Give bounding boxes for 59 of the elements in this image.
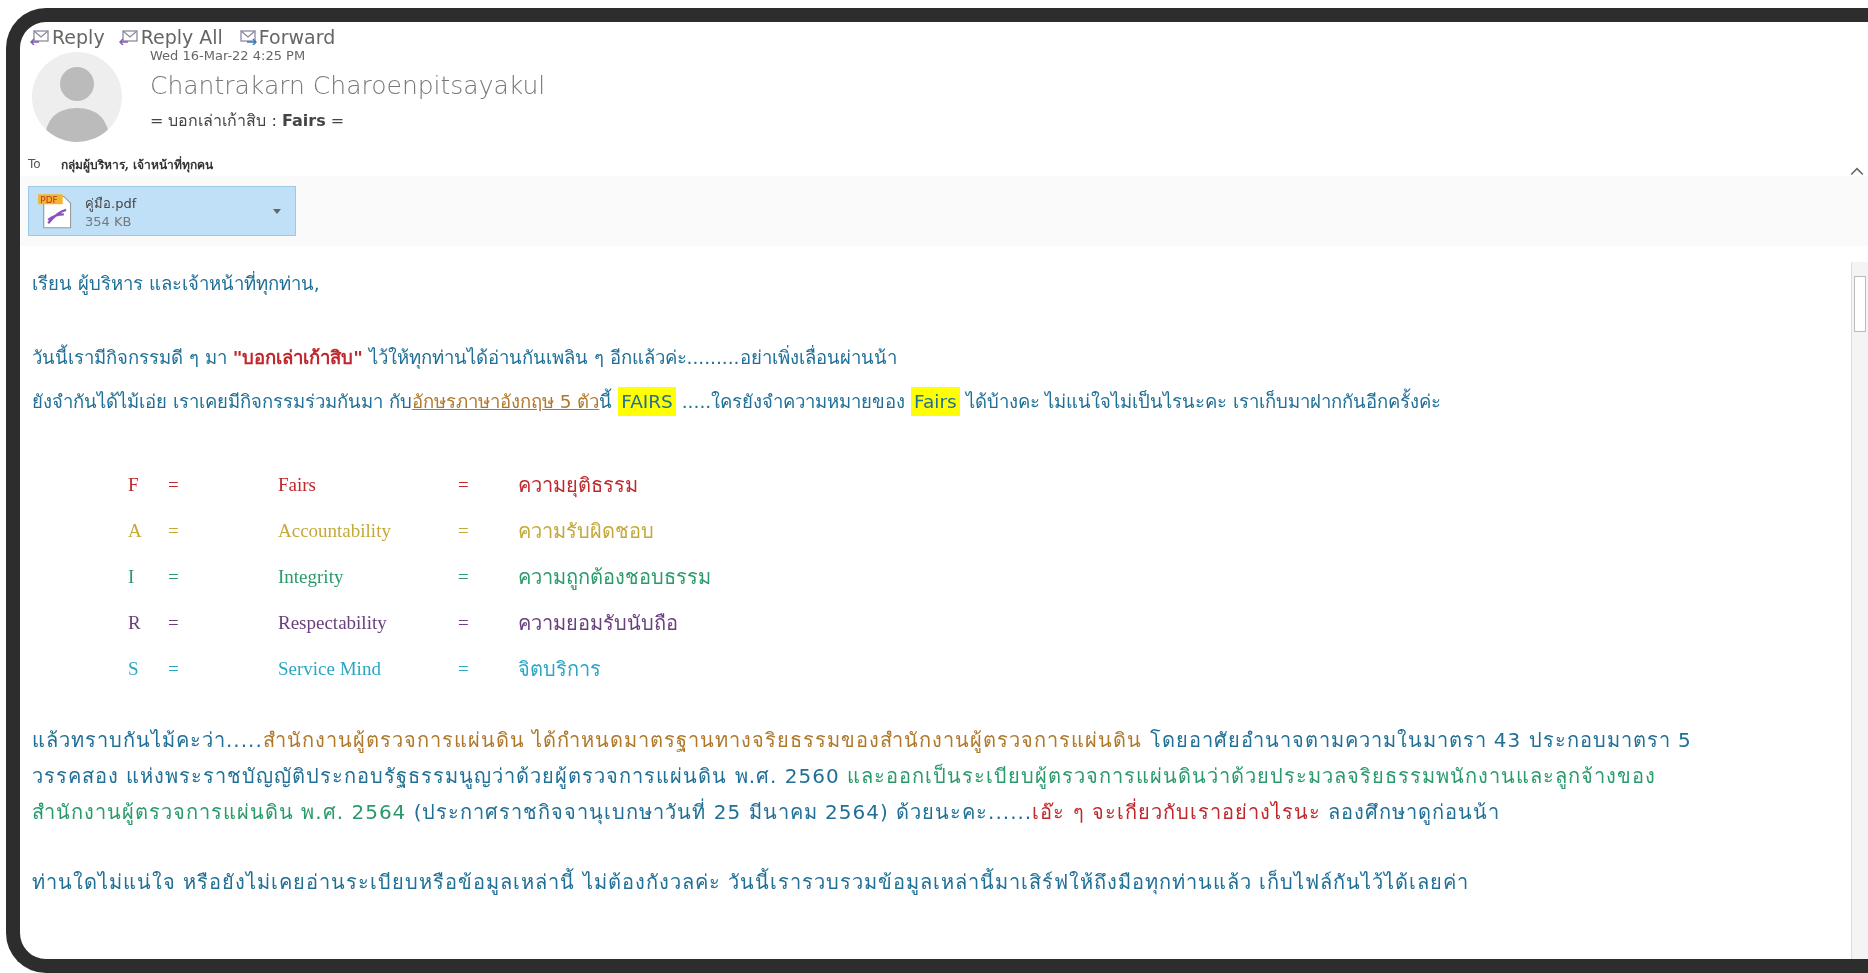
highlighted-text: FAIRS	[621, 391, 673, 412]
body-text: สำนักงานผู้ตรวจการแผ่นดิน พ.ศ. 2564	[32, 800, 407, 824]
to-label: To	[28, 157, 41, 171]
body-text: สำนักงานผู้ตรวจการแผ่นดิน ได้กำหนดมาตรฐานทางจริยธรรมของสำนักงานผู้ตรวจการแผ่นดิน	[262, 728, 1143, 752]
equals-sign: =	[168, 474, 180, 496]
value-meaning: จิตบริการ	[518, 656, 601, 683]
sender-name: Chantrakarn Charoenpitsayakul	[150, 71, 546, 100]
body-text: ยังจำกันได้ไม้เอ่ย เราเคยมีกิจกรรมร่วมกันมา กับ	[32, 391, 412, 412]
message-subject: = บอกเล่าเก้าสิบ : Fairs =	[150, 110, 346, 132]
acronym-letter: R	[128, 612, 142, 634]
equals-sign: =	[168, 566, 180, 588]
toolbar-button[interactable]: Reply All	[118, 26, 223, 48]
body-text: เอ๊ะ ๆ จะเกี่ยวกับเราอย่างไรนะ	[1032, 800, 1321, 824]
equals-sign: =	[458, 612, 470, 634]
equals-sign: =	[168, 658, 180, 680]
equals-sign: =	[458, 658, 470, 680]
body-text: และออกเป็นระเบียบผู้ตรวจการแผ่นดินว่าด้วยประมวลจริยธรรมพนักงานและลูกจ้างของ	[846, 764, 1657, 788]
toolbar-button[interactable]: Forward	[236, 26, 336, 48]
body-text: .....ใครยังจำความหมายของ	[680, 391, 907, 412]
scrollbar[interactable]	[1851, 262, 1868, 959]
value-word: Fairs	[278, 474, 317, 496]
message-date: Wed 16-Mar-22 4:25 PM	[150, 48, 307, 63]
equals-sign: =	[458, 520, 470, 542]
acronym-letter: S	[128, 658, 140, 680]
toolbar-button[interactable]: Reply	[30, 26, 105, 48]
value-meaning: ความรับผิดชอบ	[518, 518, 654, 545]
acronym-letter: I	[128, 566, 136, 588]
value-meaning: ความยอมรับนับถือ	[518, 610, 678, 637]
body-text: "บอกเล่าเก้าสิบ"	[232, 347, 363, 368]
highlighted-text: Fairs	[914, 391, 957, 412]
value-word: Respectability	[278, 612, 388, 634]
body-text: ไว้ให้ทุกท่านได้อ่านกันเพลิน ๆ อีกแล้วค่ะ.........อย่าเพิ่งเลื่อนผ่านน้า	[367, 347, 897, 368]
collapse-icon[interactable]	[1850, 166, 1864, 176]
reply-icon	[118, 29, 139, 45]
text-link[interactable]: อักษรภาษาอังกฤษ 5 ตัว	[411, 391, 600, 412]
equals-sign: =	[458, 566, 470, 588]
body-text: เรียน ผู้บริหาร และเจ้าหน้าที่ทุกท่าน,	[32, 273, 320, 294]
body-text: (ประกาศราชกิจจานุเบกษาวันที่ 25 มีนาคม 2564) ด้วยนะคะ......	[412, 800, 1033, 824]
attachment-name: คู่มือ.pdf	[85, 195, 137, 214]
body-text: แล้วทราบกันไม้คะว่า.....	[32, 728, 263, 752]
body-text: วรรคสอง แห่งพระราชบัญญัติประกอบรัฐธรรมนูญว่าด้วยผู้ตรวจการแผ่นดิน พ.ศ. 2560	[32, 764, 840, 788]
dropdown-caret-icon[interactable]	[273, 208, 281, 214]
reply-icon	[30, 29, 50, 45]
acronym-letter: F	[128, 474, 140, 496]
body-text: ท่านใดไม่แน่ใจ หรือยังไม่เคยอ่านระเบียบหรือข้อมูลเหล่านี้ ไม่ต้องกังวลค่ะ วันนี้เรารวบรวมข้อมูลเหล่านี้มาเสิร์ฟให้ถึงมือทุกท่านแล้ว เก็บไฟล์กันไว้ได้เลยค่า	[32, 870, 1470, 894]
acronym-letter: A	[128, 520, 143, 542]
body-text: ลองศึกษาดูก่อนน้า	[1327, 800, 1501, 824]
value-word: Service Mind	[278, 658, 382, 680]
equals-sign: =	[168, 612, 180, 634]
value-meaning: ความยุติธรรม	[518, 472, 638, 500]
attachment-size: 354 KB	[85, 214, 133, 229]
body-text: โดยอาศัยอำนาจตามความในมาตรา 43 ประกอบมาตรา 5	[1148, 728, 1692, 752]
value-word: Accountability	[278, 520, 392, 542]
attachment[interactable]: PDF คู่มือ.pdf 354 KB	[28, 186, 296, 236]
recipients: กลุ่มผู้บริหาร, เจ้าหน้าที่ทุกคน	[60, 155, 213, 174]
equals-sign: =	[168, 520, 180, 542]
equals-sign: =	[458, 474, 470, 496]
value-meaning: ความถูกต้องชอบธรรม	[518, 564, 711, 592]
value-word: Integrity	[278, 566, 345, 588]
